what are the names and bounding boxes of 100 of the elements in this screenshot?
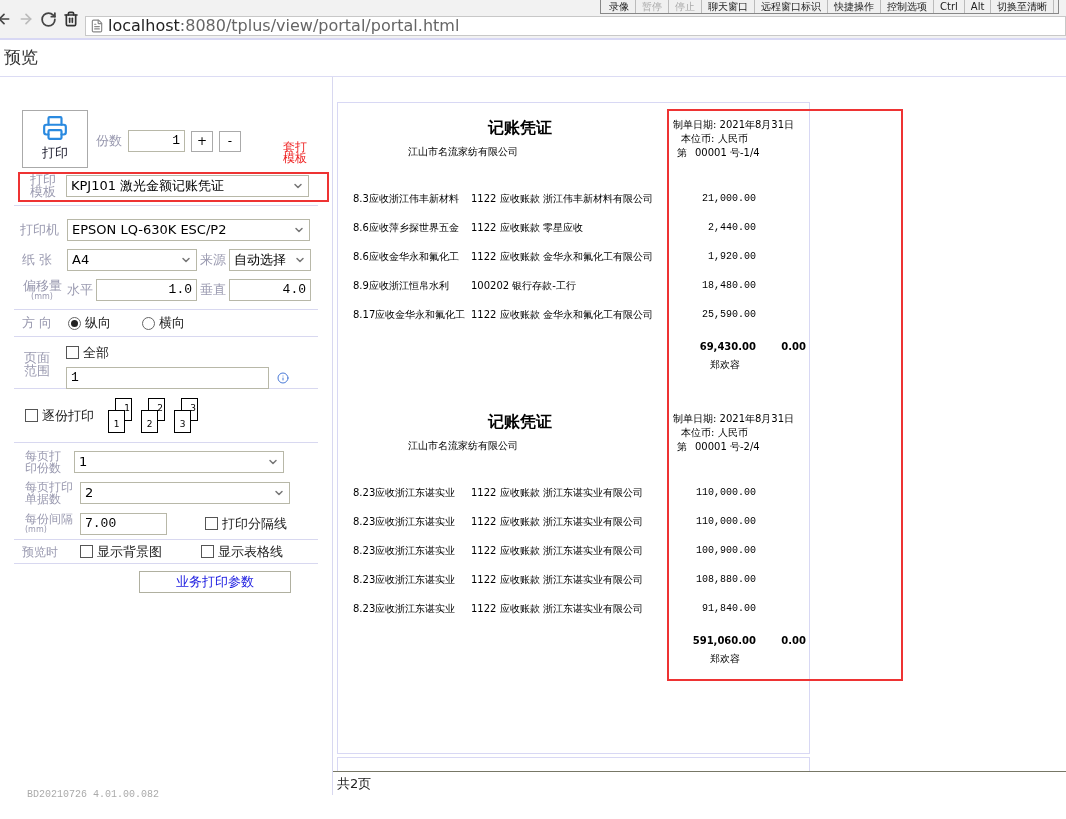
entry-summary: 8.6应收金华永和氟化工 [353, 251, 460, 264]
entry-account: 1122 应收账款 浙江伟丰新材料有限公司 [471, 193, 654, 206]
entry-summary: 8.6应收萍乡探世界五金 [353, 222, 460, 235]
voucher-number: 00001 号-2/4 [695, 441, 760, 453]
entry-amount: 110,000.00 [695, 487, 756, 500]
checkbox[interactable]: 打印分隔线 [205, 513, 287, 534]
copies-per-page-label: 每页打印份数 [25, 449, 62, 474]
entry-amount: 110,000.00 [695, 516, 756, 529]
debit-total: 69,430.00 [698, 341, 756, 354]
remote-toolbar-button[interactable]: 远程窗口标识 [755, 0, 828, 13]
voucher-maker: 郑欢容 [709, 653, 741, 665]
input-field[interactable]: 4.0 [229, 279, 311, 301]
remote-toolbar-button[interactable]: 切换至清晰 [991, 0, 1055, 13]
entry-amount: 1,920.00 [707, 251, 756, 264]
remote-toolbar-button[interactable]: 快捷操作 [828, 0, 881, 13]
entry-summary: 8.23应收浙江东谌实业 [353, 603, 457, 616]
page-sheet: 2 [141, 409, 158, 433]
page-count: 共2页 [336, 774, 372, 793]
entry-amount: 25,590.00 [701, 309, 756, 322]
copies-label: 份数 [96, 132, 122, 151]
gap-unit: (mm) [25, 525, 47, 534]
checkbox[interactable]: 显示表格线 [201, 541, 322, 562]
url-host: localhost [108, 15, 180, 37]
entry-amount: 100,900.00 [695, 545, 756, 558]
voucher-title: 记账凭证 [486, 118, 553, 138]
credit-total: 0.00 [780, 341, 806, 354]
voucher-date: 制单日期: 2021年8月31日 [673, 119, 795, 131]
page-sheet: 3 [174, 409, 191, 433]
entry-amount: 91,840.00 [701, 603, 756, 616]
vouchers-per-page-label: 每页打印单据数 [25, 480, 74, 505]
orientation-label: 方 向 [22, 314, 54, 333]
entry-account: 1122 应收账款 金华永和氟化工有限公司 [471, 309, 654, 322]
remote-toolbar-button[interactable]: 录像 [603, 0, 636, 13]
credit-total: 0.00 [780, 635, 806, 648]
debit-total: 591,060.00 [691, 635, 756, 648]
page-sheet: 1 [108, 409, 125, 433]
gap-label: 每份间隔 [25, 513, 74, 525]
voucher-number: 00001 号-1/4 [695, 147, 760, 159]
number-prefix: 第 [677, 147, 687, 159]
decrement-button[interactable]: - [219, 130, 241, 152]
input-field[interactable]: 7.00 [80, 512, 167, 535]
dropdown[interactable]: 2 [80, 481, 290, 504]
voucher-title: 记账凭证 [486, 412, 553, 432]
business-print-params-button[interactable]: 业务打印参数 [139, 571, 291, 593]
voucher-date: 制单日期: 2021年8月31日 [673, 413, 795, 425]
checkbox[interactable]: 逐份打印 [25, 405, 94, 426]
dropdown[interactable]: 自动选择 [229, 249, 311, 271]
company-name: 江山市名流家纺有限公司 [407, 440, 519, 452]
address-bar[interactable]: localhost:8080/tplus/view/portal/portal.html [85, 16, 1066, 36]
template-label: 打印模板 [30, 174, 57, 198]
input-field[interactable]: 1 [128, 130, 185, 152]
entry-account: 1122 应收账款 浙江东谌实业有限公司 [471, 574, 644, 587]
radio-button[interactable]: 纵向 [68, 313, 132, 333]
entry-amount: 2,440.00 [707, 222, 756, 235]
url-path: :8080/tplus/view/portal/portal.html [179, 15, 460, 37]
voucher-currency: 本位币: 人民币 [680, 133, 749, 145]
entry-account: 1122 应收账款 金华永和氟化工有限公司 [471, 251, 654, 264]
paper-label: 纸 张 [22, 251, 54, 270]
entry-summary: 8.9应收浙江恒帛水利 [353, 280, 450, 293]
checkbox[interactable]: 显示背景图 [80, 541, 201, 562]
remote-toolbar-button[interactable]: Ctrl [934, 0, 965, 13]
voucher-currency: 本位币: 人民币 [680, 427, 749, 439]
page-title: 预览 [3, 46, 38, 70]
page-range-label: 页面范围 [24, 351, 51, 380]
input-field[interactable]: 1 [66, 366, 269, 389]
horizontal-label: 水平 [67, 281, 93, 300]
entry-account: 1122 应收账款 零星应收 [471, 222, 584, 235]
entry-amount: 108,880.00 [695, 574, 756, 587]
preview-options-label: 预览时 [22, 543, 59, 561]
voucher-maker: 郑欢容 [709, 359, 741, 371]
entry-amount: 18,480.00 [701, 280, 756, 293]
entry-summary: 8.17应收金华永和氟化工 [353, 309, 467, 322]
input-field[interactable]: 1.0 [96, 279, 197, 301]
dropdown[interactable]: 1 [74, 450, 284, 473]
entry-summary: 8.23应收浙江东谌实业 [353, 516, 457, 529]
entry-summary: 8.23应收浙江东谌实业 [353, 545, 457, 558]
checkbox[interactable]: 全部 [66, 343, 289, 363]
annotation-note: 套打模板 [283, 142, 308, 164]
increment-button[interactable]: + [191, 130, 213, 152]
remote-toolbar-button[interactable]: 聊天窗口 [702, 0, 755, 13]
entry-account: 1122 应收账款 浙江东谌实业有限公司 [471, 487, 644, 500]
remote-toolbar-button[interactable]: Alt [964, 0, 992, 13]
number-prefix: 第 [677, 441, 687, 453]
entry-amount: 21,000.00 [701, 193, 756, 206]
remote-toolbar-button[interactable]: 控制选项 [881, 0, 934, 13]
vertical-label: 垂直 [200, 281, 226, 300]
version-label: BD20210726 4.01.00.082 [27, 788, 160, 802]
radio-button[interactable]: 横向 [142, 313, 206, 333]
dropdown[interactable]: EPSON LQ-630K ESC/P2 [67, 219, 310, 241]
offset-label: 偏移量 [22, 279, 62, 292]
print-button[interactable]: 打印 [22, 110, 88, 168]
dropdown[interactable]: A4 [67, 249, 197, 271]
printer-label: 打印机 [20, 221, 60, 240]
entry-summary: 8.3应收浙江伟丰新材料 [353, 193, 460, 206]
dropdown[interactable]: KPJ101 激光金额记账凭证 [66, 175, 309, 197]
entry-summary: 8.23应收浙江东谌实业 [353, 574, 457, 587]
offset-unit: (mm) [31, 292, 53, 301]
entry-account: 1122 应收账款 浙江东谌实业有限公司 [471, 516, 644, 529]
company-name: 江山市名流家纺有限公司 [407, 146, 519, 158]
entry-account: 1122 应收账款 浙江东谌实业有限公司 [471, 545, 644, 558]
